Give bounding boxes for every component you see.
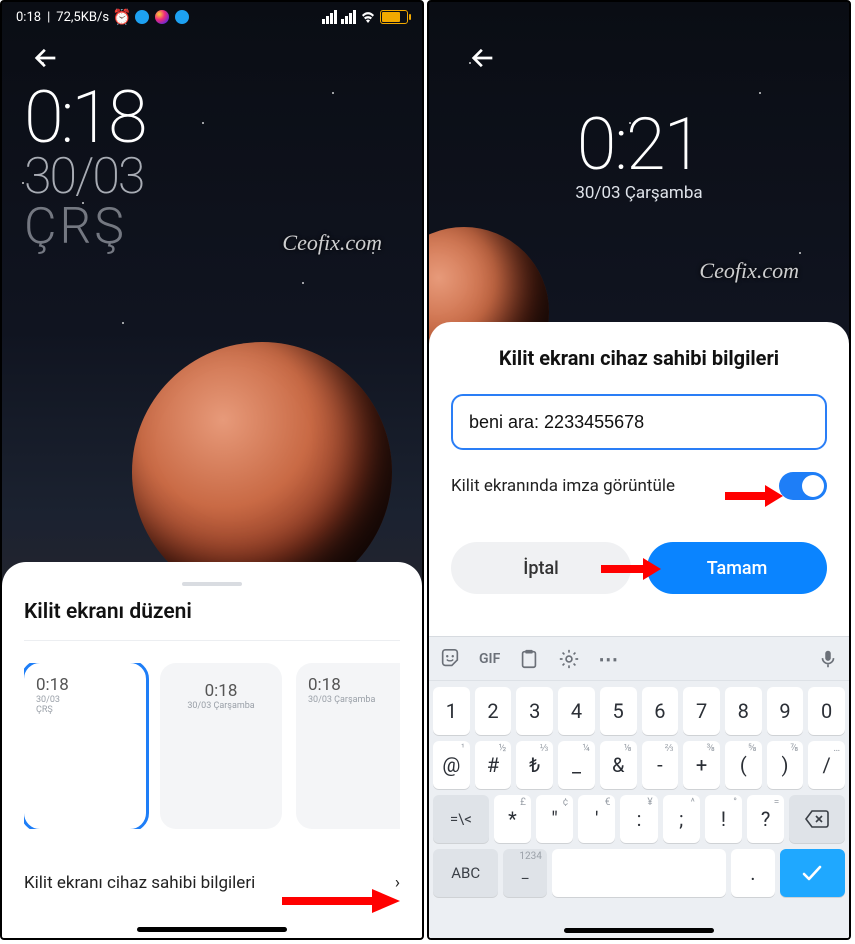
sheet-title: Kilit ekranı cihaz sahibi bilgileri [451,346,827,370]
battery-icon [380,10,408,24]
watermark-text: Ceofix.com [282,230,382,256]
clock configura-date: 30/03 Çarşamba [429,183,849,203]
key-0[interactable]: 0 [808,687,845,735]
status-speed: 72,5KB/s [56,10,109,25]
clock-time: 0:18 [24,82,145,154]
clock-weekday: ÇRŞ [24,198,145,256]
key-squote[interactable]: '€ [578,795,615,843]
clock-time: 0:21 [429,102,849,187]
gif-button[interactable]: GIF [479,651,500,667]
key-under[interactable]: _¼ [558,741,595,789]
wifi-icon [360,11,376,23]
key-scolon[interactable]: ;^ [663,795,700,843]
sheet-title: Kilit ekranı düzeni [24,600,400,641]
key-backspace[interactable] [789,795,845,843]
key-9[interactable]: 9 [767,687,804,735]
key-symbols-shift[interactable]: =\< [433,795,489,843]
key-7[interactable]: 7 [683,687,720,735]
status-bar: 0:18 | 72,5KB/s ⏰ [2,2,422,32]
watermark-text: Ceofix.com [699,258,799,284]
twitter-icon [135,10,149,24]
owner-info-row[interactable]: Kilit ekranı cihaz sahibi bilgileri › [24,873,400,893]
layout-option-2[interactable]: 0:18 30/03 Çarşamba [160,663,282,829]
key-rparen[interactable]: )⅞ [767,741,804,789]
more-icon[interactable]: ⋯ [598,647,618,671]
sheet-handle[interactable] [182,582,242,586]
key-3[interactable]: 3 [516,687,553,735]
gear-icon[interactable] [558,648,580,670]
key-abc[interactable]: ABC [433,849,498,897]
gesture-bar [137,927,287,932]
signal-icon-2 [341,10,356,24]
keyboard-row-1: 1 2 3 4 5 6 7 8 9 0 [433,687,845,735]
switch-label: Kilit ekranında imza görüntüle [451,476,675,496]
key-hash[interactable]: #½ [475,741,512,789]
lockscreen-clock: 0:21 30/03 Çarşamba [429,102,849,203]
clipboard-icon[interactable] [518,648,540,670]
show-signature-toggle[interactable] [779,472,827,500]
key-6[interactable]: 6 [642,687,679,735]
layout-bottom-sheet: Kilit ekranı düzeni 0:18 30/03 ÇRŞ 0:18 … [2,562,422,938]
key-space[interactable] [552,849,726,897]
signal-icon [322,10,337,24]
key-slash[interactable]: /… [808,741,845,789]
phone-screenshot-left: Ceofix.com 0:18 | 72,5KB/s ⏰ 0:18 [0,0,424,940]
soft-keyboard: GIF ⋯ 1 2 3 4 5 6 7 8 [429,636,849,938]
key-at[interactable]: @¹ [433,741,470,789]
chevron-right-icon: › [395,873,400,893]
key-period[interactable]: . [731,849,775,897]
layout-options-row: 0:18 30/03 ÇRŞ 0:18 30/03 Çarşamba 0:18 … [24,663,400,829]
instagram-icon [155,10,169,24]
sticker-icon[interactable] [439,648,461,670]
owner-info-input[interactable] [451,394,827,450]
check-icon [800,863,824,883]
phone-screenshot-right: Ceofix.com 0:21 30/03 Çarşamba Kilit ekr… [427,0,851,940]
owner-info-label: Kilit ekranı cihaz sahibi bilgileri [24,873,255,893]
back-button[interactable] [469,44,497,76]
layout-option-1[interactable]: 0:18 30/03 ÇRŞ [24,663,146,829]
status-time: 0:18 [16,10,41,25]
key-dquote[interactable]: "¢ [536,795,573,843]
lockscreen-clock: 0:18 30/03 ÇRŞ [24,82,145,256]
keyboard-row-4: ABC _1234 . [433,849,845,897]
mic-icon[interactable] [817,648,839,670]
layout-option-3[interactable]: 0:18 30/03 Çarşamba [296,663,400,829]
back-button[interactable] [32,44,60,76]
key-enter[interactable] [780,849,845,897]
key-excl[interactable]: !° [705,795,742,843]
key-1[interactable]: 1 [433,687,470,735]
key-tl[interactable]: ₺⅓ [516,741,553,789]
key-5[interactable]: 5 [600,687,637,735]
key-plus[interactable]: +⅜ [683,741,720,789]
key-star[interactable]: *£ [494,795,531,843]
key-lparen[interactable]: (⅝ [725,741,762,789]
key-4[interactable]: 4 [558,687,595,735]
ok-button[interactable]: Tamam [647,542,827,594]
backspace-icon [804,809,830,829]
key-colon[interactable]: :¥ [620,795,657,843]
gesture-bar [564,928,714,933]
keyboard-row-3: =\< *£ "¢ '€ :¥ ;^ !° ?= [433,795,845,843]
cancel-button[interactable]: İptal [451,542,631,594]
key-8[interactable]: 8 [725,687,762,735]
keyboard-row-2: @¹ #½ ₺⅓ _¼ &⅛ -⅔ +⅜ (⅝ )⅞ /… [433,741,845,789]
twitter-icon-2 [175,10,189,24]
key-minus[interactable]: -⅔ [642,741,679,789]
key-amp[interactable]: &⅛ [600,741,637,789]
alarm-icon: ⏰ [115,10,129,24]
key-underscore2[interactable]: _1234 [503,849,547,897]
key-2[interactable]: 2 [475,687,512,735]
key-quest[interactable]: ?= [747,795,784,843]
keyboard-toolbar: GIF ⋯ [429,637,849,681]
